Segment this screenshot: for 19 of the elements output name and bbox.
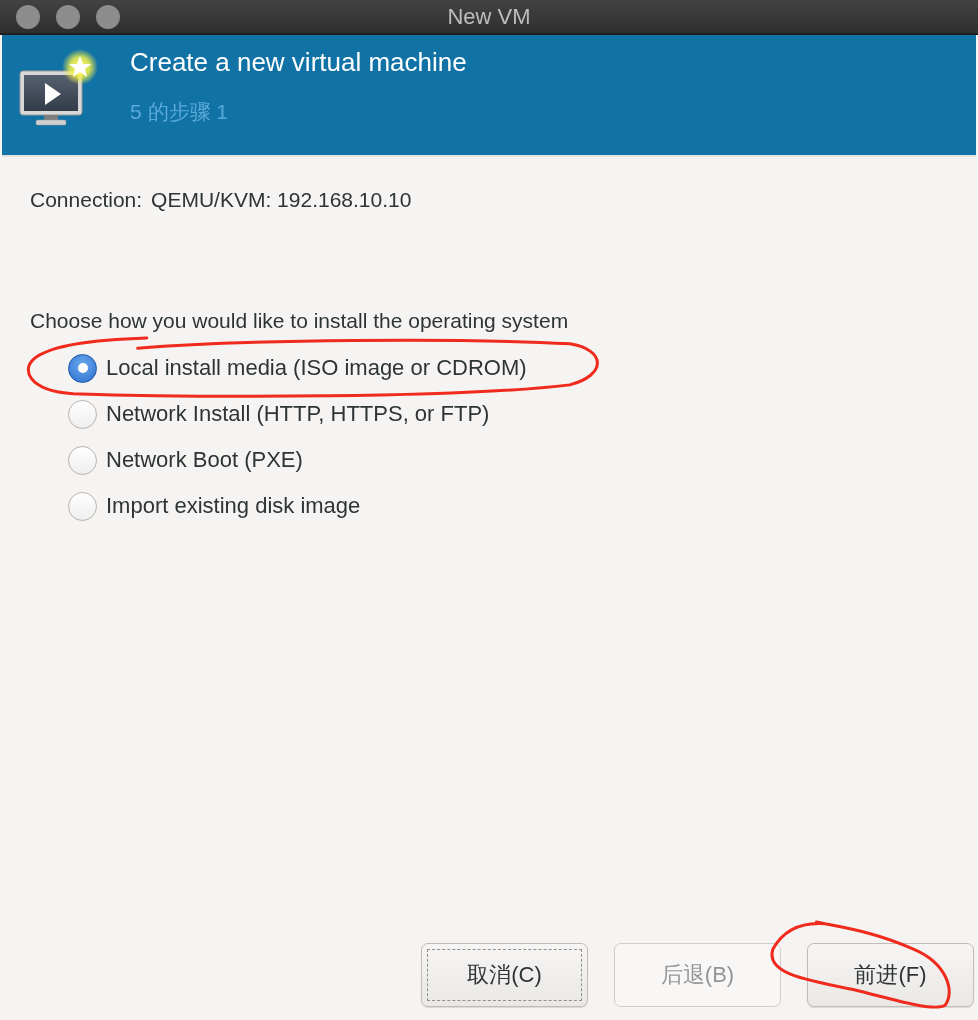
dialog-button[interactable]: 取消(C)	[421, 943, 588, 1007]
install-prompt: Choose how you would like to install the operating system	[30, 308, 569, 334]
header-title: Create a new virtual machine	[130, 46, 467, 79]
step-label: 5 的步骤 1	[130, 99, 229, 125]
window-title: New VM	[447, 3, 531, 30]
dialog-button[interactable]: 前进(F)	[807, 943, 974, 1007]
close-icon[interactable]	[16, 4, 40, 29]
option-label[interactable]: Network Install (HTTP, HTTPS, or FTP)	[106, 400, 490, 428]
radio-button[interactable]	[68, 353, 97, 383]
minimize-icon[interactable]	[56, 4, 80, 29]
zoom-icon[interactable]	[96, 4, 120, 29]
option-label[interactable]: Local install media (ISO image or CDROM)	[106, 354, 527, 382]
option-label[interactable]: Import existing disk image	[106, 492, 361, 520]
connection-label: Connection:	[30, 187, 143, 213]
radio-button[interactable]	[68, 491, 97, 521]
radio-button[interactable]	[68, 399, 97, 429]
radio-button[interactable]	[68, 445, 97, 475]
option-label[interactable]: Network Boot (PXE)	[106, 446, 303, 474]
connection-value: QEMU/KVM: 192.168.10.10	[151, 187, 412, 213]
